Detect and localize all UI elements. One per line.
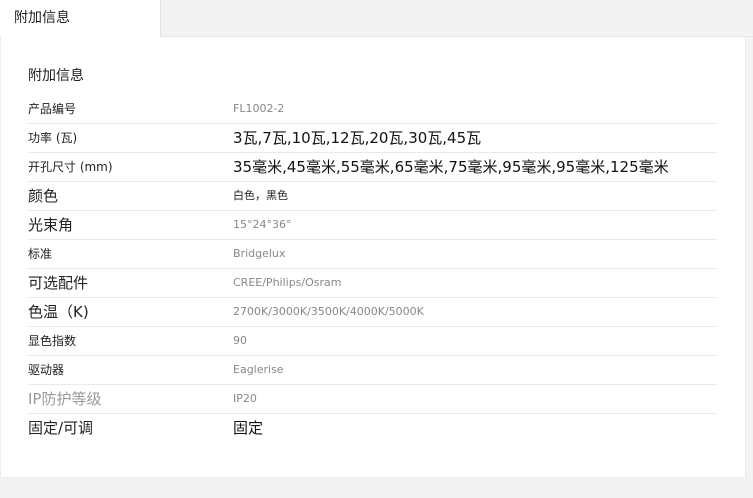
spec-label: 标准: [28, 247, 53, 261]
spec-value: 白色，黑色: [233, 189, 288, 202]
spec-label: 开孔尺寸 (mm): [28, 160, 113, 174]
spec-label: 颜色: [28, 187, 59, 205]
spec-row-driver: 驱动器 Eaglerise: [28, 356, 717, 385]
spec-row-standard: 标准 Bridgelux: [28, 240, 717, 269]
spec-label: 固定/可调: [28, 419, 94, 437]
spec-row-cri: 显色指数 90: [28, 327, 717, 356]
spec-row-beam-angle: 光束角 15°24°36°: [28, 211, 717, 240]
spec-label: 驱动器: [28, 363, 65, 377]
spec-value: Eaglerise: [233, 363, 284, 376]
spec-value: IP20: [233, 392, 257, 405]
additional-info-panel: 附加信息 产品编号 FL1002-2 功率 (瓦) 3瓦,7瓦,10瓦,12瓦,…: [0, 37, 746, 478]
spec-label: 产品编号: [28, 102, 77, 116]
spec-label: 色温（K): [28, 303, 89, 321]
spec-value: 90: [233, 334, 247, 347]
spec-label: 功率 (瓦): [28, 131, 78, 145]
spec-row-accessories: 可选配件 CREE/Philips/Osram: [28, 269, 717, 298]
spec-row-fixed-adjustable: 固定/可调 固定: [28, 414, 717, 443]
spec-row-product-code: 产品编号 FL1002-2: [28, 95, 717, 124]
spec-row-color-temperature: 色温（K) 2700K/3000K/3500K/4000K/5000K: [28, 298, 717, 327]
spec-value: 固定: [233, 419, 264, 437]
spec-value: 35毫米,45毫米,55毫米,65毫米,75毫米,95毫米,95毫米,125毫米: [233, 158, 669, 176]
spec-value: 15°24°36°: [233, 218, 292, 231]
spec-label: 显色指数: [28, 334, 77, 348]
spec-value: CREE/Philips/Osram: [233, 276, 342, 289]
spec-label: IP防护等级: [28, 390, 102, 408]
spec-value: 2700K/3000K/3500K/4000K/5000K: [233, 305, 424, 318]
spec-label: 可选配件: [28, 274, 89, 292]
spec-row-color: 颜色 白色，黑色: [28, 182, 717, 211]
spec-label: 光束角: [28, 216, 74, 234]
spec-value: Bridgelux: [233, 247, 286, 260]
tab-bar: 附加信息: [0, 0, 753, 38]
spec-value: 3瓦,7瓦,10瓦,12瓦,20瓦,30瓦,45瓦: [233, 129, 482, 147]
spec-row-ip-rating: IP防护等级 IP20: [28, 385, 717, 414]
tab-additional-info[interactable]: 附加信息: [0, 0, 161, 38]
spec-table: 产品编号 FL1002-2 功率 (瓦) 3瓦,7瓦,10瓦,12瓦,20瓦,3…: [28, 95, 717, 443]
section-title: 附加信息: [28, 68, 84, 84]
spec-row-cutout-size: 开孔尺寸 (mm) 35毫米,45毫米,55毫米,65毫米,75毫米,95毫米,…: [28, 153, 717, 182]
spec-row-power: 功率 (瓦) 3瓦,7瓦,10瓦,12瓦,20瓦,30瓦,45瓦: [28, 124, 717, 153]
spec-value: FL1002-2: [233, 102, 285, 115]
